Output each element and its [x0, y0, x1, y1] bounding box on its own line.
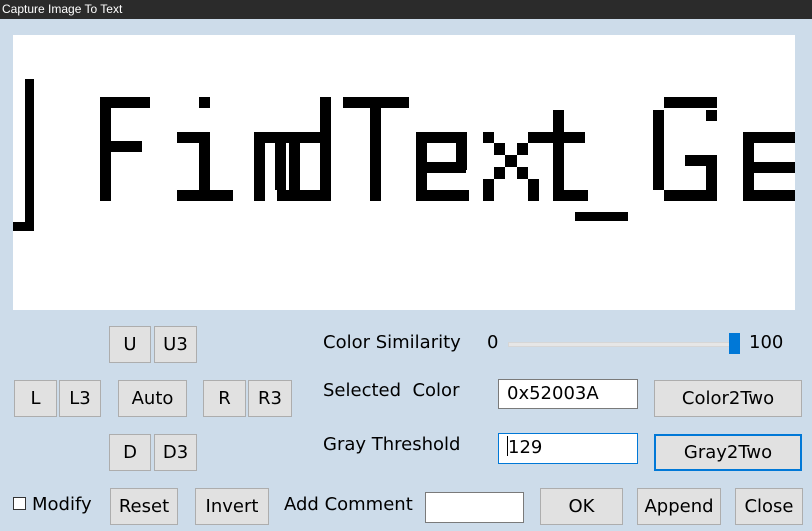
shift-up-button[interactable]: U: [109, 326, 151, 363]
gray-threshold-field[interactable]: 129: [498, 433, 638, 464]
similarity-min-label: 0: [487, 332, 499, 353]
comment-field[interactable]: [425, 492, 524, 523]
preview-glyphs: [13, 79, 795, 231]
color-similarity-label: Color Similarity: [323, 332, 461, 353]
shift-left3-button[interactable]: L3: [59, 380, 101, 417]
color2two-button[interactable]: Color2Two: [654, 380, 802, 417]
auto-button[interactable]: Auto: [118, 380, 187, 417]
gray-threshold-label: Gray Threshold: [323, 434, 461, 455]
reset-button[interactable]: Reset: [110, 488, 178, 525]
modify-label: Modify: [32, 494, 92, 515]
shift-right3-button[interactable]: R3: [248, 380, 292, 417]
selected-color-label: Selected Color: [323, 380, 460, 401]
window-title: Capture Image To Text: [0, 0, 812, 19]
gray-threshold-value: 129: [508, 437, 543, 458]
preview-text-image: [13, 79, 795, 231]
similarity-slider-thumb[interactable]: [729, 333, 740, 354]
selected-color-field[interactable]: 0x52003A: [498, 379, 638, 409]
similarity-slider-track[interactable]: [508, 342, 740, 347]
add-comment-label: Add Comment: [284, 494, 413, 515]
shift-left-button[interactable]: L: [14, 380, 57, 417]
shift-down3-button[interactable]: D3: [154, 434, 197, 471]
shift-up3-button[interactable]: U3: [154, 326, 197, 363]
shift-right-button[interactable]: R: [203, 380, 246, 417]
ok-button[interactable]: OK: [540, 488, 623, 525]
similarity-max-label: 100: [749, 332, 784, 353]
invert-button[interactable]: Invert: [195, 488, 269, 525]
preview-canvas[interactable]: [13, 35, 795, 310]
close-button[interactable]: Close: [735, 488, 803, 525]
shift-down-button[interactable]: D: [109, 434, 151, 471]
append-button[interactable]: Append: [637, 488, 721, 525]
modify-checkbox[interactable]: [13, 497, 26, 510]
gray2two-button[interactable]: Gray2Two: [654, 434, 802, 471]
